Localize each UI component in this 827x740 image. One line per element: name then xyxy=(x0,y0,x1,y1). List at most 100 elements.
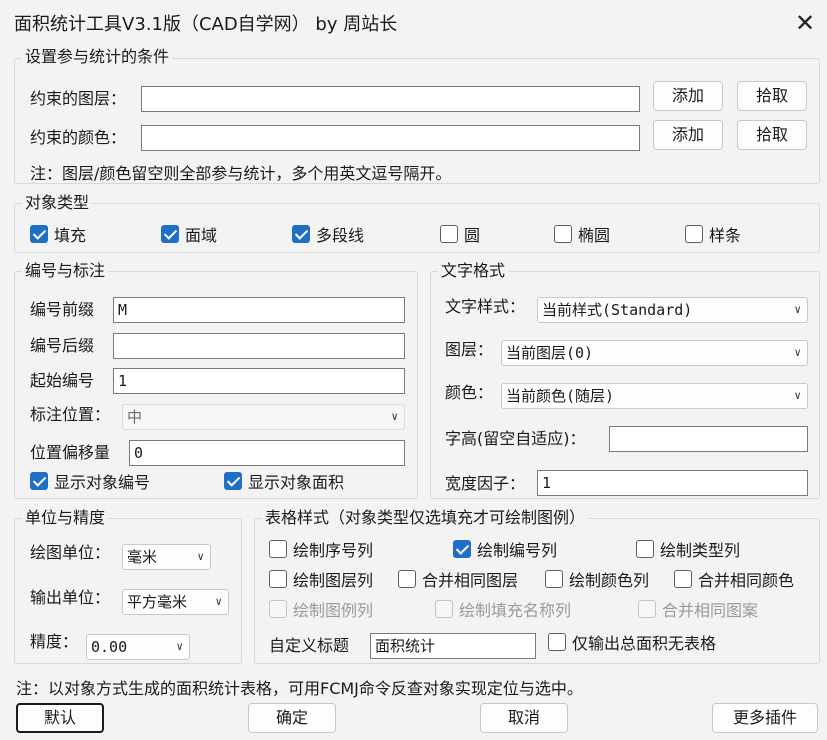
custom-title-label: 自定义标题 xyxy=(269,636,350,655)
table-option-checkbox[interactable]: 绘制颜色列 xyxy=(545,569,650,590)
units-group-title: 单位与精度 xyxy=(22,508,109,528)
width-factor-input[interactable]: 1 xyxy=(537,470,808,496)
start-number-input[interactable]: 1 xyxy=(113,368,405,394)
prefix-label: 编号前缀 xyxy=(30,300,95,319)
checkbox-label: 合并相同图案 xyxy=(662,601,759,620)
chevron-down-icon: ∨ xyxy=(176,640,183,653)
object-types-group-title: 对象类型 xyxy=(22,193,93,213)
table-option-checkbox[interactable]: 合并相同图案 xyxy=(638,599,759,620)
output-unit-select[interactable]: 平方毫米 ∨ xyxy=(122,589,229,615)
close-icon[interactable]: ✕ xyxy=(788,6,822,40)
offset-input[interactable]: 0 xyxy=(129,440,405,466)
checkbox-label: 绘制填充名称列 xyxy=(459,601,572,620)
numbering-group-title: 编号与标注 xyxy=(22,261,109,281)
checkbox-icon xyxy=(224,472,242,490)
text-color-select[interactable]: 当前颜色(随层) ∨ xyxy=(501,383,808,409)
type-region-checkbox[interactable]: 面域 xyxy=(161,224,218,245)
show-number-checkbox[interactable]: 显示对象编号 xyxy=(30,471,150,492)
checkbox-icon xyxy=(292,225,310,243)
checkbox-icon xyxy=(269,600,287,618)
checkbox-label: 绘制图层列 xyxy=(293,571,374,590)
checkbox-icon xyxy=(161,225,179,243)
checkbox-label: 绘制序号列 xyxy=(293,541,374,560)
checkbox-icon xyxy=(453,540,471,558)
cancel-button[interactable]: 取消 xyxy=(480,703,568,733)
select-value: 当前样式(Standard) xyxy=(542,301,693,319)
precision-select[interactable]: 0.00 ∨ xyxy=(86,634,190,660)
type-ellipse-checkbox[interactable]: 椭圆 xyxy=(554,224,610,245)
color-constraint-input[interactable] xyxy=(141,125,640,151)
suffix-input[interactable] xyxy=(113,333,405,359)
conditions-group-title: 设置参与统计的条件 xyxy=(22,47,173,67)
color-add-button[interactable]: 添加 xyxy=(653,120,723,150)
checkbox-label: 合并相同颜色 xyxy=(698,571,795,590)
checkbox-icon xyxy=(674,570,692,588)
checkbox-icon xyxy=(554,225,572,243)
type-hatch-checkbox[interactable]: 填充 xyxy=(30,224,86,245)
width-factor-label: 宽度因子： xyxy=(445,474,526,493)
text-color-label: 颜色： xyxy=(445,383,494,402)
color-constraint-label: 约束的颜色： xyxy=(30,128,127,147)
checkbox-label: 绘制类型列 xyxy=(660,541,741,560)
table-option-checkbox[interactable]: 绘制编号列 xyxy=(453,539,557,560)
checkbox-icon xyxy=(545,570,563,588)
table-option-checkbox[interactable]: 合并相同颜色 xyxy=(674,569,795,590)
checkbox-icon xyxy=(440,225,458,243)
text-style-label: 文字样式： xyxy=(445,297,526,316)
chevron-down-icon: ∨ xyxy=(197,550,204,563)
start-number-label: 起始编号 xyxy=(30,371,95,390)
select-value: 0.00 xyxy=(91,638,128,656)
text-height-input[interactable] xyxy=(609,426,808,452)
checkbox-label: 合并相同图层 xyxy=(422,571,519,590)
chevron-down-icon: ∨ xyxy=(794,346,801,359)
conditions-note: 注：图层/颜色留空则全部参与统计，多个用英文逗号隔开。 xyxy=(30,164,452,183)
table-option-checkbox[interactable]: 绘制图层列 xyxy=(269,569,374,590)
text-height-label: 字高(留空自适应)： xyxy=(445,429,586,448)
prefix-input[interactable]: M xyxy=(113,297,405,323)
custom-title-input[interactable]: 面积统计 xyxy=(370,633,536,659)
checkbox-label: 面域 xyxy=(185,226,218,245)
checkbox-label: 绘制图例列 xyxy=(293,601,374,620)
text-layer-select[interactable]: 当前图层(0) ∨ xyxy=(501,340,808,366)
table-style-group-title: 表格样式（对象类型仅选填充才可绘制图例） xyxy=(262,508,589,528)
color-pick-button[interactable]: 拾取 xyxy=(737,120,807,150)
default-button[interactable]: 默认 xyxy=(16,703,104,733)
checkbox-label: 圆 xyxy=(464,226,481,245)
checkbox-label: 样条 xyxy=(709,226,742,245)
type-circle-checkbox[interactable]: 圆 xyxy=(440,224,481,245)
show-area-checkbox[interactable]: 显示对象面积 xyxy=(224,471,345,492)
text-style-select[interactable]: 当前样式(Standard) ∨ xyxy=(537,297,808,323)
table-option-checkbox[interactable]: 绘制序号列 xyxy=(269,539,374,560)
more-plugins-button[interactable]: 更多插件 xyxy=(712,703,818,733)
type-spline-checkbox[interactable]: 样条 xyxy=(685,224,742,245)
layer-pick-button[interactable]: 拾取 xyxy=(737,81,807,111)
precision-label: 精度： xyxy=(30,632,79,651)
ok-button[interactable]: 确定 xyxy=(248,703,336,733)
checkbox-icon xyxy=(636,540,654,558)
checkbox-label: 显示对象面积 xyxy=(248,473,345,492)
checkbox-label: 绘制颜色列 xyxy=(569,571,650,590)
select-value: 当前颜色(随层) xyxy=(506,387,615,405)
checkbox-icon xyxy=(398,570,416,588)
window-title: 面积统计工具V3.1版（CAD自学网） by 周站长 xyxy=(14,14,398,35)
text-layer-label: 图层： xyxy=(445,340,494,359)
table-option-checkbox[interactable]: 绘制填充名称列 xyxy=(435,599,572,620)
table-option-checkbox[interactable]: 绘制类型列 xyxy=(636,539,741,560)
select-value: 当前图层(0) xyxy=(506,344,594,362)
layer-constraint-input[interactable] xyxy=(141,86,640,112)
table-option-checkbox[interactable]: 绘制图例列 xyxy=(269,599,374,620)
checkbox-icon xyxy=(269,570,287,588)
checkbox-label: 仅输出总面积无表格 xyxy=(572,634,717,653)
table-option-checkbox[interactable]: 合并相同图层 xyxy=(398,569,519,590)
checkbox-icon xyxy=(548,633,566,651)
checkbox-icon xyxy=(435,600,453,618)
type-polyline-checkbox[interactable]: 多段线 xyxy=(292,224,364,245)
checkbox-icon xyxy=(30,225,48,243)
layer-add-button[interactable]: 添加 xyxy=(653,81,723,111)
checkbox-icon xyxy=(269,540,287,558)
label-position-select[interactable]: 中 ∨ xyxy=(122,404,405,430)
draw-unit-select[interactable]: 毫米 ∨ xyxy=(122,544,211,570)
suffix-label: 编号后缀 xyxy=(30,336,95,355)
select-value: 毫米 xyxy=(127,548,158,566)
total-only-checkbox[interactable]: 仅输出总面积无表格 xyxy=(548,632,717,653)
